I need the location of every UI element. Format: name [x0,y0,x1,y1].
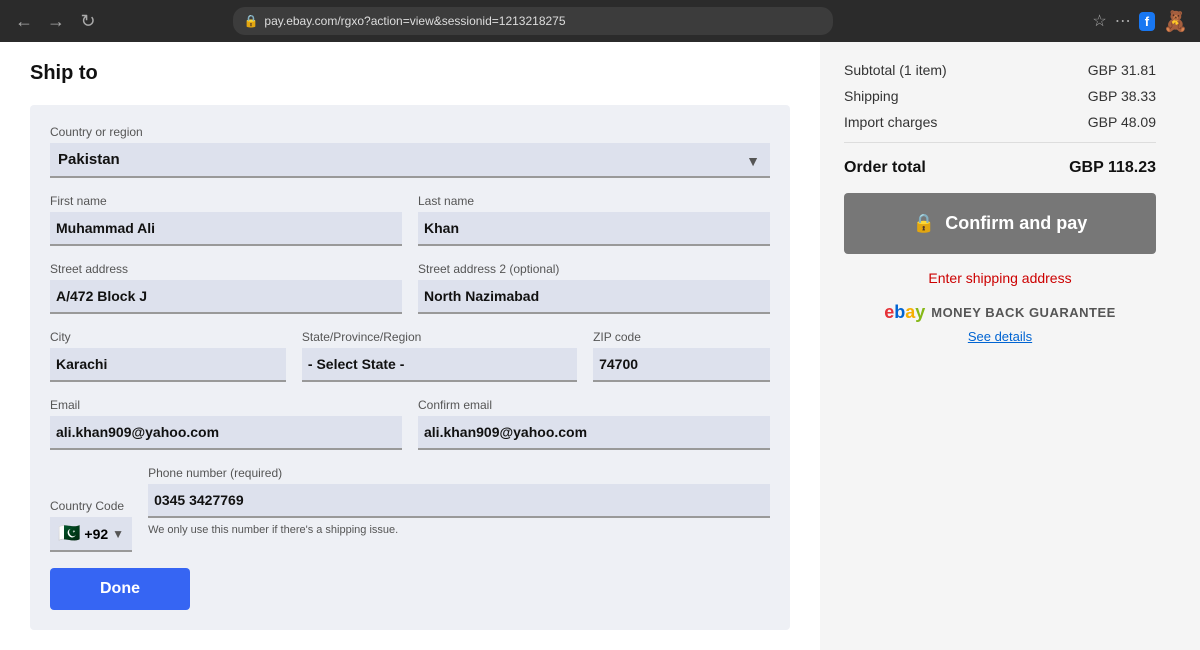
phone-group: Phone number (required) We only use this… [148,466,770,536]
browser-actions: ☆ ⋯ f 🧸 [1092,9,1188,34]
enter-shipping-address-link[interactable]: Enter shipping address [844,270,1156,286]
street1-input[interactable] [50,280,402,314]
country-code-value: +92 [84,526,108,542]
facebook-icon[interactable]: f [1139,12,1155,31]
order-total-row: Order total GBP 118.23 [844,159,1156,177]
subtotal-row: Subtotal (1 item) GBP 31.81 [844,62,1156,78]
phone-row: Country Code 🇵🇰 +92 ▼ Phone number (requ… [50,466,770,552]
last-name-label: Last name [418,194,770,208]
subtotal-value: GBP 31.81 [1088,62,1156,78]
phone-label: Phone number (required) [148,466,770,480]
phone-hint: We only use this number if there's a shi… [148,524,770,536]
email-label: Email [50,398,402,412]
shipping-value: GBP 38.33 [1088,88,1156,104]
order-total-label: Order total [844,159,926,177]
confirm-pay-button[interactable]: 🔒 Confirm and pay [844,193,1156,254]
zip-group: ZIP code [593,330,770,382]
street2-label: Street address 2 (optional) [418,262,770,276]
import-value: GBP 48.09 [1088,114,1156,130]
confirm-email-input[interactable] [418,416,770,450]
ship-to-title: Ship to [30,62,790,85]
subtotal-label: Subtotal (1 item) [844,62,947,78]
order-total-value: GBP 118.23 [1069,159,1156,177]
ebay-logo: ebay [884,302,925,323]
email-row: Email Confirm email [50,398,770,466]
first-name-input[interactable] [50,212,402,246]
last-name-input[interactable] [418,212,770,246]
menu-icon[interactable]: ⋯ [1115,11,1131,31]
street2-group: Street address 2 (optional) [418,262,770,314]
country-code-label: Country Code [50,499,132,513]
money-back-guarantee: ebay MONEY BACK GUARANTEE [844,302,1156,323]
page-container: Ship to Country or region Pakistan ▼ Fir… [0,42,1200,650]
state-input[interactable] [302,348,577,382]
name-row: First name Last name [50,194,770,262]
divider [844,142,1156,143]
country-code-selector[interactable]: 🇵🇰 +92 ▼ [50,517,132,552]
pakistan-flag-icon: 🇵🇰 [58,523,80,544]
city-state-zip-row: City State/Province/Region ZIP code [50,330,770,398]
lock-btn-icon: 🔒 [913,213,935,234]
street1-label: Street address [50,262,402,276]
code-dropdown-icon: ▼ [112,527,124,541]
street-row: Street address Street address 2 (optiona… [50,262,770,330]
import-label: Import charges [844,114,937,130]
street2-input[interactable] [418,280,770,314]
address-bar[interactable]: 🔒 pay.ebay.com/rgxo?action=view&sessioni… [233,7,833,35]
country-select[interactable]: Pakistan [50,143,770,178]
city-label: City [50,330,286,344]
country-select-wrapper: Pakistan ▼ [50,143,770,178]
lock-icon: 🔒 [243,14,258,28]
back-button[interactable]: ← [12,11,36,32]
done-button[interactable]: Done [50,568,190,610]
confirm-btn-label: Confirm and pay [945,213,1087,234]
city-input[interactable] [50,348,286,382]
confirm-email-label: Confirm email [418,398,770,412]
extension-icon[interactable]: 🧸 [1163,9,1188,34]
url-text: pay.ebay.com/rgxo?action=view&sessionid=… [264,14,565,28]
country-code-group: Country Code 🇵🇰 +92 ▼ [50,499,132,552]
reload-button[interactable]: ↻ [76,11,100,32]
form-container: Country or region Pakistan ▼ First name … [30,105,790,630]
see-details-link[interactable]: See details [844,329,1156,344]
phone-input[interactable] [148,484,770,518]
main-content: Ship to Country or region Pakistan ▼ Fir… [0,42,820,650]
city-group: City [50,330,286,382]
zip-label: ZIP code [593,330,770,344]
country-group: Country or region Pakistan ▼ [50,125,770,178]
last-name-group: Last name [418,194,770,246]
shipping-row: Shipping GBP 38.33 [844,88,1156,104]
country-label: Country or region [50,125,770,139]
first-name-group: First name [50,194,402,246]
first-name-label: First name [50,194,402,208]
shipping-label: Shipping [844,88,899,104]
state-label: State/Province/Region [302,330,577,344]
confirm-email-group: Confirm email [418,398,770,450]
zip-input[interactable] [593,348,770,382]
street1-group: Street address [50,262,402,314]
state-group: State/Province/Region [302,330,577,382]
import-row: Import charges GBP 48.09 [844,114,1156,130]
money-back-text: MONEY BACK GUARANTEE [931,305,1116,320]
sidebar: Subtotal (1 item) GBP 31.81 Shipping GBP… [820,42,1180,650]
email-group: Email [50,398,402,450]
forward-button[interactable]: → [44,11,68,32]
star-icon[interactable]: ☆ [1092,11,1106,31]
browser-chrome: ← → ↻ 🔒 pay.ebay.com/rgxo?action=view&se… [0,0,1200,42]
email-input[interactable] [50,416,402,450]
